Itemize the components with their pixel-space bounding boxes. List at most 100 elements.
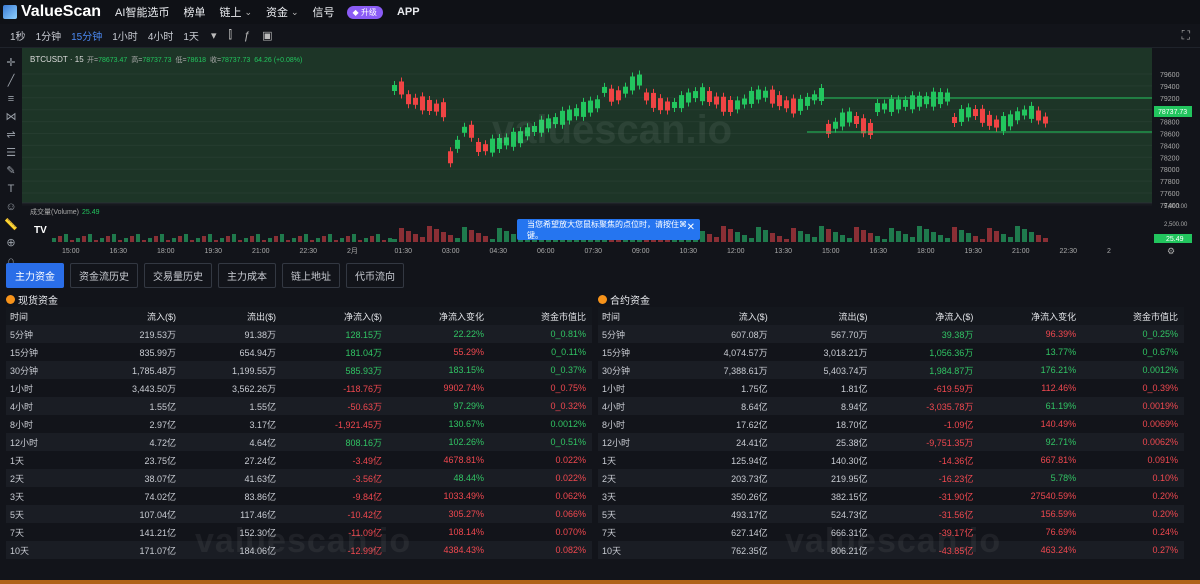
channel-icon[interactable]: ⇌ (6, 126, 15, 144)
column-header[interactable]: 净流入($) (282, 307, 389, 325)
column-header[interactable]: 时间 (6, 307, 82, 325)
column-header[interactable]: 流入($) (81, 307, 183, 325)
volume-bar (903, 234, 908, 242)
settings-icon[interactable]: ⚙ (1167, 246, 1175, 256)
candle (1036, 110, 1041, 121)
diamond-icon: ◆ (352, 7, 359, 17)
tradingview-logo-icon: TV (34, 225, 47, 236)
volume-tick: 5,000.00 (1164, 204, 1188, 210)
price-tick: 77600 (1160, 191, 1180, 198)
candle (1043, 116, 1048, 124)
nav-label: 链上 (219, 7, 242, 19)
brush-icon[interactable]: ✎ (6, 162, 15, 180)
timeframe-15m[interactable]: 15分钟 (71, 28, 102, 43)
table-cell: 102.26% (388, 433, 491, 451)
candle (966, 107, 971, 118)
column-header[interactable]: 净流入变化 (388, 307, 491, 325)
tab-onchain-address[interactable]: 链上地址 (282, 262, 340, 288)
nav-item-ranking[interactable]: 榜单 (183, 4, 205, 20)
tab-flow-history[interactable]: 资金流历史 (70, 262, 138, 288)
table-cell: -3.56亿 (282, 469, 389, 487)
column-header[interactable]: 资金市值比 (1082, 307, 1184, 325)
upgrade-button[interactable]: ◆ 升级 (346, 5, 383, 19)
column-header[interactable]: 流出($) (182, 307, 283, 325)
column-header[interactable]: 流入($) (673, 307, 774, 325)
volume-bar (399, 228, 404, 242)
timeframe-1m[interactable]: 1分钟 (36, 28, 62, 43)
volume-bar (160, 234, 164, 242)
app-link[interactable]: APP (397, 6, 420, 18)
tab-volume-history[interactable]: 交易量历史 (144, 262, 212, 288)
nav-item-onchain[interactable]: 链上 ⌄ (219, 4, 252, 20)
timeframe-1h[interactable]: 1小时 (112, 28, 138, 43)
table-cell: 4.64亿 (182, 433, 283, 451)
time-tick: 15:00 (62, 248, 80, 255)
column-header[interactable]: 流出($) (773, 307, 874, 325)
volume-bar (469, 230, 474, 242)
nav-item-funds[interactable]: 资金 ⌄ (266, 4, 299, 20)
tab-main-cost[interactable]: 主力成本 (218, 262, 276, 288)
fullscreen-icon[interactable]: ⛶ (1182, 28, 1190, 43)
fib-icon[interactable]: ☰ (6, 144, 16, 162)
nav-item-ai[interactable]: AI智能选币 (115, 4, 169, 20)
table-cell: 0_0.37% (490, 361, 592, 379)
ruler-icon[interactable]: 📏 (4, 216, 18, 234)
emoji-icon[interactable]: ☺ (5, 198, 16, 216)
text-icon[interactable]: T (8, 180, 15, 198)
candle (840, 112, 845, 127)
volume-bar (88, 234, 92, 242)
timeframe-1d[interactable]: 1天 (183, 28, 199, 43)
candle (693, 91, 698, 99)
candle (637, 74, 642, 86)
table-cell: 654.94万 (239, 347, 277, 358)
table-cell: 0.022% (490, 469, 592, 487)
zoom-icon[interactable]: ⊕ (6, 234, 15, 252)
nav-item-signal[interactable]: 信号 (313, 4, 335, 20)
timeframe-1s[interactable]: 1秒 (10, 28, 26, 43)
table-cell: 4小时 (598, 397, 674, 415)
logo[interactable]: ValueScan (3, 3, 101, 21)
table-row: 1小时 1.75亿 1.81亿 -619.59万 112.46% 0_0.39% (598, 379, 1184, 397)
volume-bar (358, 240, 362, 242)
volume-bar (148, 238, 152, 242)
table-cell: 1033.49% (443, 491, 485, 501)
time-tick: 16:30 (110, 248, 128, 255)
time-axis: 15:00 16:30 18:00 19:30 21:00 22:30 2月 01:30 03:… (62, 247, 1111, 255)
column-header[interactable]: 净流入($) (873, 307, 980, 325)
table-cell: 3.17亿 (249, 419, 277, 430)
chevron-down-icon[interactable]: ▾ (211, 29, 217, 42)
table-cell: 1.55亿 (81, 397, 183, 415)
pattern-icon[interactable]: ⋈ (6, 108, 17, 126)
horizontal-lines-icon[interactable]: ≡ (8, 90, 14, 108)
column-header[interactable]: 资金市值比 (490, 307, 592, 325)
volume-bar (504, 231, 509, 242)
tab-main-funds[interactable]: 主力资金 (6, 262, 64, 288)
table-header-row: 时间 流入($) 流出($) 净流入($) 净流入变化 资金市值比 (598, 307, 1184, 325)
candle (434, 103, 439, 112)
price-tick: 79600 (1160, 72, 1180, 79)
column-header[interactable]: 时间 (598, 307, 674, 325)
candle (735, 100, 740, 110)
crosshair-icon[interactable]: ✛ (6, 54, 15, 72)
table-cell: 27540.59% (1030, 491, 1077, 501)
table-cell: 12小时 (6, 433, 82, 451)
volume-bar (346, 236, 350, 242)
table-cell: 5.78% (979, 469, 1083, 487)
time-tick: 12:00 (727, 248, 745, 255)
camera-icon[interactable]: ▣ (262, 29, 272, 42)
close-icon[interactable]: ✕ (687, 222, 695, 233)
indicator-icon[interactable]: ƒ (244, 30, 250, 42)
candle-type-icon[interactable]: ⫿ (228, 29, 232, 42)
volume-bar (483, 236, 488, 242)
tab-token-flow[interactable]: 代币流向 (346, 262, 404, 288)
trendline-icon[interactable]: ╱ (8, 72, 15, 90)
volume-bar (64, 234, 68, 242)
table-cell: 8.64亿 (673, 397, 774, 415)
volume-bar (728, 229, 733, 242)
volume-bar (388, 238, 392, 242)
column-header[interactable]: 净流入变化 (979, 307, 1083, 325)
table-cell: 183.15% (388, 361, 491, 379)
table-cell: 567.70万 (773, 325, 874, 343)
timeframe-4h[interactable]: 4小时 (148, 28, 174, 43)
volume-bar (142, 240, 146, 242)
